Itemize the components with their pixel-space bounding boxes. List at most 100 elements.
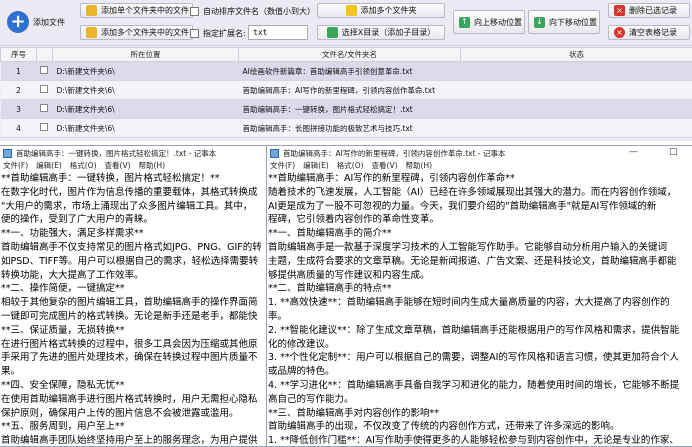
text-line: **二、操作简便，一键搞定** <box>1 283 125 295</box>
menu-help[interactable]: 帮助(H) <box>139 160 166 172</box>
notepad-menubar: 文件(F) 编辑(E) 格式(O) 查看(V) 帮助(H) <box>267 160 692 172</box>
text-line: 保护原则，确保用户上传的图片信息不会被泄露或滥用。 <box>1 407 239 419</box>
table-row[interactable]: 3 D:\新建文件夹\6\ 首助编辑高手：一键转换，图片格式轻松搞定！.txt <box>0 99 692 119</box>
add-multi-folders-button[interactable]: 添加多个文件夹 <box>317 3 445 18</box>
select-dir-button[interactable]: 选择X目录（添加子目录） <box>317 25 445 40</box>
delete-selected-button[interactable]: × 删除已选记录 <box>608 3 690 18</box>
maximize-button[interactable]: □ <box>669 147 678 157</box>
notepad-titlebar[interactable]: 首助编辑高手：一键转换，图片格式轻松搞定！.txt - 记事本 <box>0 146 289 160</box>
row-number: 1 <box>0 61 37 81</box>
text-line: 随着技术的飞速发展，人工智能（AI）已经在许多领域展现出其强大的潜力。而在内容创… <box>268 186 677 198</box>
add-single-folder-button[interactable]: 添加单个文件夹中的文件 <box>80 3 193 18</box>
text-line: **首助编辑高手：AI写作的新里程碑，引领内容创作革命** <box>268 173 515 184</box>
text-line: 2. **智能化建议**：除了生成文章草稿，首助编辑高手还能根据用户的写作风格和… <box>268 324 680 336</box>
row-checkbox[interactable] <box>36 61 53 81</box>
select-dir-label: 选择X目录（添加子目录） <box>341 28 436 37</box>
row-location: D:\新建文件夹\6\ <box>52 80 239 100</box>
ext-input[interactable]: txt <box>248 25 308 40</box>
col-location: 所在位置 <box>52 47 239 62</box>
text-line: 便的操作，受到了广大用户的青睐。 <box>1 214 154 226</box>
row-filename: 首助编辑高手：一键转换，图片格式轻松搞定！.txt <box>238 99 461 119</box>
col-filename: 文件名/文件夹名 <box>238 47 461 62</box>
text-line: 主题，生成符合要求的文章草稿。无论是新闻报道、广告文案、还是科技论文，首助编辑高… <box>268 255 677 267</box>
table-row[interactable]: 1 D:\新建文件夹\6\ AI绘画软件新篇章：首助编辑高手引领创意革命.txt <box>0 61 692 81</box>
text-line: **三、首助编辑高手对内容创作的影响** <box>268 407 440 419</box>
notepad-icon <box>270 148 279 158</box>
auto-sort-label: 自动排序文件名（数值小到大） <box>203 7 315 16</box>
text-line: **四、安全保障，隐私无忧** <box>1 379 125 391</box>
move-up-button[interactable]: ↑ 向上移动位置 <box>453 10 525 34</box>
add-file-button[interactable]: + 添加文件 <box>3 3 71 41</box>
clear-icon: × <box>614 27 625 38</box>
text-line: 1. **高效快速**：首助编辑高手能够在短时间内生成大量高质量的内容，大大提高… <box>268 297 670 309</box>
menu-format[interactable]: 格式(O) <box>337 160 364 172</box>
text-line: 首助编辑高手是一款基于深度学习技术的人工智能写作助手。它能够自动分析用户输入的关… <box>268 241 668 253</box>
specify-ext-checkbox[interactable]: 指定扩展名: <box>190 28 246 39</box>
text-line: **首助编辑高手：一键转换，图片格式轻松搞定！** <box>1 173 220 184</box>
row-location: D:\新建文件夹\6\ <box>52 99 239 119</box>
folder-icon <box>345 5 357 16</box>
table-row[interactable]: 2 D:\新建文件夹\6\ 首助编辑高手：AI写作的新里程碑，引领内容创作革命.… <box>0 80 692 100</box>
checkbox-box[interactable] <box>190 7 199 16</box>
batch-tool-window: + 添加文件 添加单个文件夹中的文件 添加多个文件夹中的文件 自动排序文件名（数… <box>0 0 692 141</box>
row-checkbox[interactable] <box>36 118 53 138</box>
text-line: **三、保证质量，无损转换** <box>1 324 125 336</box>
move-down-label: 向下移动位置 <box>549 17 597 27</box>
text-line: **一、首助编辑高手的简介** <box>268 228 392 240</box>
menu-edit[interactable]: 编辑(E) <box>303 160 329 172</box>
checkbox-box[interactable] <box>39 66 48 74</box>
text-line: 率。 <box>268 310 288 322</box>
notepad-window-left[interactable]: 首助编辑高手：一键转换，图片格式轻松搞定！.txt - 记事本 文件(F) 编辑… <box>0 145 290 447</box>
menu-format[interactable]: 格式(O) <box>70 160 97 172</box>
add-multi-folder-files-label: 添加多个文件夹中的文件 <box>101 28 189 37</box>
notepad-menubar: 文件(F) 编辑(E) 格式(O) 查看(V) 帮助(H) <box>0 160 289 172</box>
notepad-icon <box>3 148 12 158</box>
folder-icon <box>86 5 97 16</box>
folder-tree-icon <box>326 27 338 38</box>
text-line: "大用户的需求，市场上涌现出了众多图片编辑工具。其中， <box>1 200 253 212</box>
text-line: 够提供高质量的写作建议和内容生成。 <box>268 269 430 281</box>
notepad-text-area[interactable]: **首助编辑高手：一键转换，图片格式轻松搞定！** 在数字化时代，图片作为信息传播… <box>0 172 289 447</box>
add-multi-folders-label: 添加多个文件夹 <box>360 6 417 15</box>
row-status <box>460 61 692 81</box>
text-line: 首助编辑高手团队始终坚持用户至上的服务理念，为用户提供 <box>1 435 258 447</box>
arrow-up-icon: ↑ <box>459 16 470 28</box>
checkbox-box[interactable] <box>190 29 199 38</box>
row-status <box>460 80 692 100</box>
checkbox-box[interactable] <box>39 85 48 93</box>
checkbox-box[interactable] <box>39 123 48 131</box>
clear-table-label: 清空表格记录 <box>629 28 677 37</box>
arrow-down-icon: ↓ <box>534 16 545 28</box>
row-number: 4 <box>0 118 37 138</box>
text-line: **五、服务周到，用户至上** <box>1 421 125 433</box>
toolbar: + 添加文件 添加单个文件夹中的文件 添加多个文件夹中的文件 自动排序文件名（数… <box>0 0 692 46</box>
text-line: **二、首助编辑高手的特点** <box>268 283 392 295</box>
menu-help[interactable]: 帮助(H) <box>406 160 433 172</box>
menu-file[interactable]: 文件(F) <box>3 160 28 172</box>
move-down-button[interactable]: ↓ 向下移动位置 <box>528 10 600 34</box>
row-checkbox[interactable] <box>36 80 53 100</box>
notepad-window-right[interactable]: 首助编辑高手：AI写作的新里程碑，引领内容创作革命.txt - 记事本 — □ … <box>266 145 692 447</box>
text-line: 相较于其他复杂的图片编辑工具，首助编辑高手的操作界面简 <box>1 297 258 309</box>
text-line: 3. **个性化定制**：用户可以根据自己的需要，调整AI的写作风格和语言习惯，… <box>268 352 679 364</box>
notepad-text-area[interactable]: **首助编辑高手：AI写作的新里程碑，引领内容创作革命** 随着技术的飞速发展，人… <box>267 172 692 446</box>
text-line: 高自己的写作能力。 <box>268 393 354 405</box>
auto-sort-checkbox[interactable]: 自动排序文件名（数值小到大） <box>190 6 315 17</box>
menu-view[interactable]: 查看(V) <box>105 160 131 172</box>
menu-file[interactable]: 文件(F) <box>270 160 295 172</box>
col-status: 状态 <box>460 47 692 62</box>
menu-edit[interactable]: 编辑(E) <box>36 160 62 172</box>
menu-view[interactable]: 查看(V) <box>372 160 398 172</box>
text-line: AI更是成为了一股不可忽视的力量。今天，我们要介绍的"首助编辑高手"就是AI写作… <box>268 200 657 212</box>
minimize-button[interactable]: — <box>629 147 638 157</box>
text-line: 或品牌的特色。 <box>268 366 335 378</box>
table-header: 序号 所在位置 文件名/文件夹名 状态 <box>0 47 692 62</box>
table-row[interactable]: 4 D:\新建文件夹\6\ 首助编辑高手：长图拼接功能的极致艺术与技巧.txt <box>0 118 692 138</box>
row-checkbox[interactable] <box>36 99 53 119</box>
checkbox-box[interactable] <box>39 104 48 112</box>
text-line: 首助编辑高手不仅支持常见的图片格式如JPG、PNG、GIF的转 <box>1 241 262 253</box>
clear-table-button[interactable]: × 清空表格记录 <box>608 25 690 40</box>
col-check <box>36 47 53 62</box>
add-multi-folder-files-button[interactable]: 添加多个文件夹中的文件 <box>80 25 193 40</box>
row-location: D:\新建文件夹\6\ <box>52 61 239 81</box>
